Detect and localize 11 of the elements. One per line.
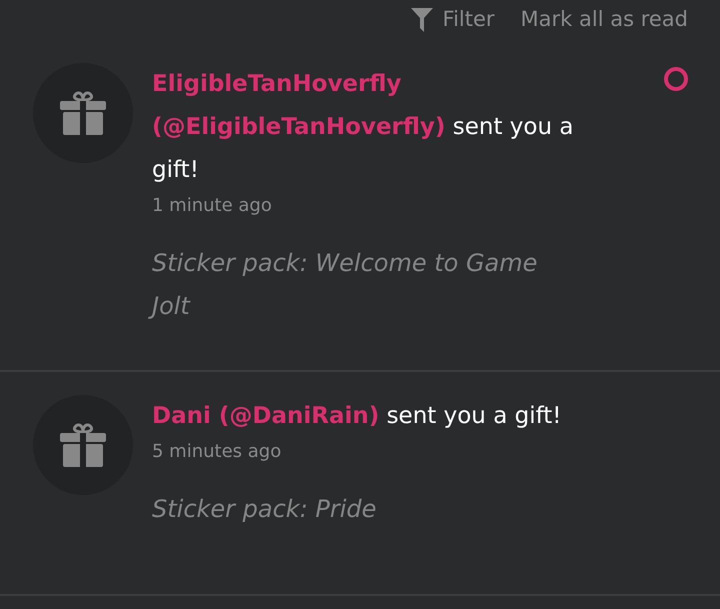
gift-detail: Sticker pack: Pride (152, 494, 378, 525)
gift-icon (60, 91, 106, 135)
filter-button[interactable]: Filter (410, 4, 495, 36)
filter-icon (410, 8, 433, 32)
timestamp: 5 minutes ago (152, 440, 282, 464)
notification-message: Dani (@DaniRain) sent you a gift! (152, 402, 563, 431)
unread-indicator[interactable] (664, 67, 688, 91)
gift-icon (60, 423, 106, 467)
mark-all-read-link[interactable]: Mark all as read (520, 4, 688, 36)
timestamp: 1 minute ago (152, 194, 273, 218)
notification-message: EligibleTanHoverfly (@EligibleTanHoverfly) sent you a gift! (152, 70, 574, 185)
